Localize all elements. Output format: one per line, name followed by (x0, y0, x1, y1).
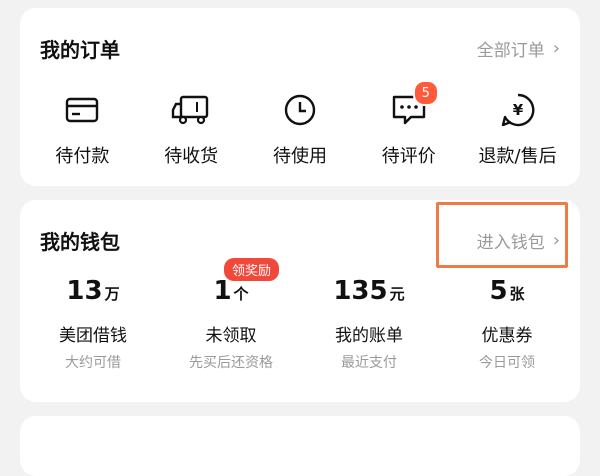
order-pending-receipt[interactable]: 待收货 (137, 90, 246, 168)
enter-wallet-link[interactable]: 进入钱包 › (477, 228, 560, 253)
order-label: 退款/售后 (478, 146, 557, 167)
wallet-number: 13 (66, 276, 103, 306)
all-orders-label: 全部订单 (476, 41, 545, 61)
order-refund[interactable]: ¥ 退款/售后 (463, 90, 572, 168)
all-orders-link[interactable]: 全部订单 › (477, 36, 560, 61)
chevron-right-icon: › (552, 38, 560, 59)
wallet-item-bill[interactable]: 135 元 我的账单 最近支付 (304, 274, 434, 372)
svg-text:¥: ¥ (512, 101, 523, 119)
order-pending-use[interactable]: 待使用 (246, 90, 355, 168)
wallet-value: 5张 (489, 274, 524, 311)
comment-icon: 5 (389, 80, 439, 130)
wallet-sublabel: 最近支付 (341, 355, 397, 371)
wallet-title: 我的钱包 (40, 230, 120, 254)
refund-icon: ¥ (498, 90, 538, 130)
order-label: 待收货 (164, 146, 219, 167)
enter-wallet-label: 进入钱包 (476, 233, 545, 253)
wallet-item-coupons[interactable]: 5张 优惠券 今日可领 (442, 274, 572, 372)
order-label: 待付款 (55, 146, 110, 167)
chevron-right-icon: › (552, 230, 560, 251)
reward-badge: 领奖励 (224, 258, 280, 281)
wallet-label: 未领取 (205, 326, 257, 346)
card-icon (62, 90, 102, 130)
wallet-card: 我的钱包 进入钱包 › 13 万 美团借钱 大约可借 领奖励 1个 未领取 先买后… (20, 200, 580, 402)
order-pending-review[interactable]: 5 待评价 (354, 80, 463, 168)
wallet-unit: 个 (233, 285, 249, 303)
wallet-label: 美团借钱 (59, 326, 127, 346)
activity-card (20, 416, 580, 476)
wallet-item-loan[interactable]: 13 万 美团借钱 大约可借 (28, 274, 158, 372)
wallet-number: 1 (213, 276, 232, 306)
clock-icon (280, 90, 320, 130)
wallet-unit: 张 (509, 285, 525, 303)
order-pending-payment[interactable]: 待付款 (28, 90, 137, 168)
wallet-sublabel: 先买后还资格 (189, 355, 273, 371)
orders-title: 我的订单 (40, 38, 120, 62)
review-count-badge: 5 (412, 80, 439, 106)
wallet-label: 优惠券 (481, 326, 533, 346)
wallet-unit: 元 (389, 285, 405, 303)
wallet-item-unclaimed[interactable]: 领奖励 1个 未领取 先买后还资格 (166, 258, 296, 372)
wallet-number: 5 (489, 276, 508, 306)
orders-card: 我的订单 全部订单 › 待付款 待收货 待使用 5 待评价 ¥ 退款/售后 (20, 8, 580, 186)
order-label: 待评价 (381, 146, 436, 167)
wallet-sublabel: 今日可领 (479, 355, 535, 371)
wallet-value: 13 万 (66, 274, 119, 311)
wallet-sublabel: 大约可借 (65, 355, 121, 371)
wallet-label: 我的账单 (335, 326, 403, 346)
wallet-unit: 万 (104, 285, 120, 303)
order-label: 待使用 (272, 146, 327, 167)
wallet-number: 135 (333, 276, 388, 306)
truck-icon (171, 90, 211, 130)
wallet-value: 135 元 (333, 274, 404, 311)
